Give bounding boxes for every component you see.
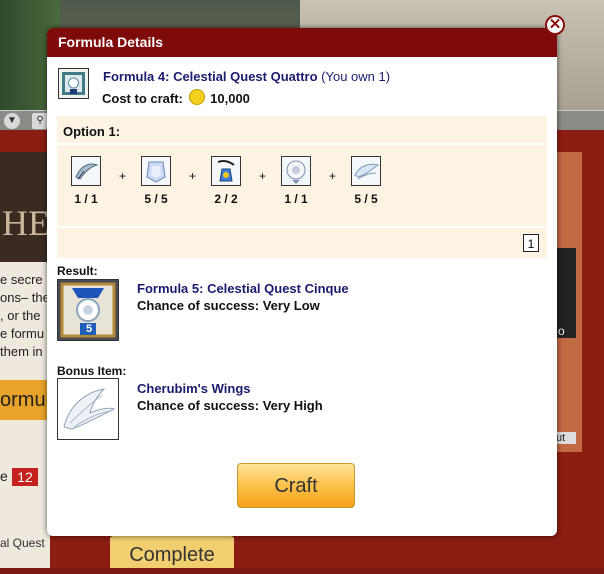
result-label: Result: xyxy=(57,264,98,278)
plus-sign: + xyxy=(329,169,337,183)
background-text-line: ons– the xyxy=(0,290,50,305)
option-divider xyxy=(57,226,547,228)
bonus-label: Bonus Item: xyxy=(57,364,127,378)
background-text-line: them in xyxy=(0,344,43,359)
plus-sign: + xyxy=(189,169,197,183)
bonus-name-link[interactable]: Cherubim's Wings xyxy=(137,381,250,396)
coin-icon xyxy=(188,89,205,105)
result-name-link[interactable]: Formula 5: Celestial Quest Cinque xyxy=(137,281,349,296)
background-right-button[interactable]: ut xyxy=(556,432,576,444)
background-right-panel: o ut xyxy=(556,152,582,452)
ingredient-count: 1 / 1 xyxy=(284,192,308,206)
background-complete-button[interactable]: Complete xyxy=(110,536,234,568)
cherubim-wings-icon[interactable] xyxy=(57,378,119,440)
potion-icon[interactable] xyxy=(211,156,241,186)
cost-label: Cost to craft: xyxy=(102,91,183,106)
background-left-panel: HE e secre ons– the , or the e formu the… xyxy=(0,152,50,568)
crystal-icon[interactable] xyxy=(141,156,171,186)
owned-count: (You own 1) xyxy=(321,69,391,84)
formula-scroll-icon[interactable] xyxy=(58,68,89,99)
background-text-line: e formu xyxy=(0,326,45,341)
ingredient-count: 5 / 5 xyxy=(144,192,168,206)
formula-name[interactable]: Formula 4: Celestial Quest Quattro xyxy=(103,69,318,84)
dropdown-icon[interactable]: ▼ xyxy=(4,113,20,129)
wing-icon[interactable] xyxy=(351,156,381,186)
ingredient-count: 2 / 2 xyxy=(214,192,238,206)
dialog-title: Formula Details xyxy=(47,28,557,57)
close-icon[interactable]: ✕ xyxy=(545,15,565,35)
ingredient-count: 1 / 1 xyxy=(74,192,98,206)
search-icon[interactable]: ⚲ xyxy=(32,113,48,129)
formula-details-dialog: Formula Details Formula 4: Celestial Que… xyxy=(47,28,557,536)
option-divider xyxy=(57,143,547,145)
background-badge-label: e xyxy=(0,468,8,484)
background-text-line: , or the xyxy=(0,308,41,323)
background-right-text: o xyxy=(558,324,565,338)
background-formula-button[interactable]: ormula xyxy=(0,380,50,420)
cost-value: 10,000 xyxy=(210,91,250,106)
plus-sign: + xyxy=(259,169,267,183)
option-title: Option 1: xyxy=(63,124,121,139)
feather-icon[interactable] xyxy=(71,156,101,186)
cost-row: Cost to craft: 10,000 xyxy=(102,89,250,106)
result-chance: Chance of success: Very Low xyxy=(137,298,320,313)
craft-button[interactable]: Craft xyxy=(237,463,355,508)
background-quest-label: al Quest xyxy=(0,536,45,550)
orb-icon[interactable] xyxy=(281,156,311,186)
result-icon-number: 5 xyxy=(85,323,93,335)
option-panel: Option 1: 1 / 1 + 5 / 5 + 2 / 2 + 1 / 1 … xyxy=(57,116,547,258)
ingredient-count: 5 / 5 xyxy=(354,192,378,206)
bonus-chance: Chance of success: Very High xyxy=(137,398,323,413)
background-logo-text: HE xyxy=(2,203,50,243)
formula-name-link[interactable]: Formula 4: Celestial Quest Quattro (You … xyxy=(103,69,390,84)
background-text-line: e secre xyxy=(0,272,43,287)
page-number-button[interactable]: 1 xyxy=(523,234,539,252)
plus-sign: + xyxy=(119,169,127,183)
result-formula-icon[interactable]: 5 xyxy=(57,279,119,341)
background-count-badge: 12 xyxy=(12,468,38,486)
